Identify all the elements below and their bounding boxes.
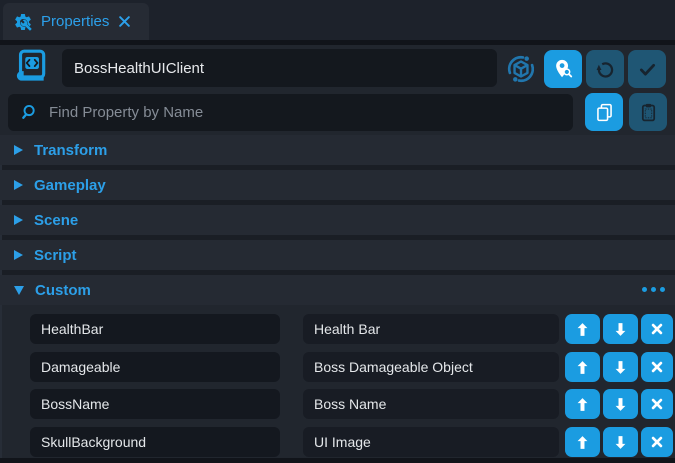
section-label: Script: [34, 247, 77, 264]
move-down-button[interactable]: [603, 427, 638, 457]
chevron-down-icon: [14, 286, 24, 295]
property-search-box[interactable]: [8, 94, 573, 131]
move-down-button[interactable]: [603, 352, 638, 382]
gear-wrench-icon: [13, 12, 33, 32]
copy-icon: [594, 102, 615, 123]
move-up-button[interactable]: [565, 389, 600, 419]
location-search-icon: [552, 58, 574, 80]
move-up-button[interactable]: [565, 352, 600, 382]
property-value-field[interactable]: UI Image: [303, 427, 559, 457]
ellipsis-menu-icon[interactable]: [638, 287, 665, 292]
move-down-button[interactable]: [603, 389, 638, 419]
delete-property-button[interactable]: [641, 389, 673, 419]
move-down-button[interactable]: [603, 314, 638, 344]
section-label: Gameplay: [34, 177, 106, 194]
property-value-field[interactable]: Boss Damageable Object: [303, 352, 559, 382]
paste-properties-button[interactable]: [629, 93, 667, 131]
networked-object-icon: [503, 51, 539, 92]
chevron-right-icon: [14, 250, 23, 260]
apply-button[interactable]: [628, 50, 666, 88]
undo-icon: [595, 59, 616, 80]
move-up-button[interactable]: [565, 427, 600, 457]
tab-title: Properties: [41, 13, 109, 30]
section-list: Transform Gameplay Scene Script Custom: [0, 135, 675, 305]
section-gameplay[interactable]: Gameplay: [0, 170, 675, 200]
checkmark-icon: [637, 59, 658, 80]
section-script[interactable]: Script: [0, 240, 675, 270]
search-icon: [20, 103, 47, 122]
property-name-field[interactable]: SkullBackground: [30, 427, 280, 457]
object-name-input[interactable]: [62, 49, 497, 87]
revert-button[interactable]: [586, 50, 624, 88]
custom-property-row: HealthBar Health Bar: [0, 314, 675, 344]
delete-property-button[interactable]: [641, 352, 673, 382]
script-icon: [12, 48, 48, 93]
custom-properties: HealthBar Health Bar Damageable Boss Dam…: [0, 305, 675, 458]
delete-property-button[interactable]: [641, 314, 673, 344]
property-name-field[interactable]: BossName: [30, 389, 280, 419]
property-name-field[interactable]: HealthBar: [30, 314, 280, 344]
clipboard-paste-icon: [638, 102, 659, 123]
section-transform[interactable]: Transform: [0, 135, 675, 165]
chevron-right-icon: [14, 180, 23, 190]
divider: [0, 40, 675, 45]
chevron-right-icon: [14, 145, 23, 155]
find-in-scene-button[interactable]: [544, 50, 582, 88]
chevron-right-icon: [14, 215, 23, 225]
section-custom[interactable]: Custom: [0, 275, 675, 305]
property-value-field[interactable]: Boss Name: [303, 389, 559, 419]
properties-panel: Properties: [0, 0, 675, 463]
delete-property-button[interactable]: [641, 427, 673, 457]
section-label: Custom: [35, 282, 91, 299]
property-value-field[interactable]: Health Bar: [303, 314, 559, 344]
move-up-button[interactable]: [565, 314, 600, 344]
section-label: Scene: [34, 212, 78, 229]
close-icon[interactable]: [118, 15, 131, 28]
property-search-input[interactable]: [47, 103, 561, 122]
custom-property-row: Damageable Boss Damageable Object: [0, 352, 675, 382]
property-name-field[interactable]: Damageable: [30, 352, 280, 382]
divider: [0, 458, 675, 463]
tab-bar: Properties: [0, 0, 675, 40]
copy-properties-button[interactable]: [585, 93, 623, 131]
section-scene[interactable]: Scene: [0, 205, 675, 235]
custom-property-row: SkullBackground UI Image: [0, 427, 675, 457]
section-label: Transform: [34, 142, 107, 159]
custom-property-row: BossName Boss Name: [0, 389, 675, 419]
tab-properties[interactable]: Properties: [3, 3, 149, 40]
